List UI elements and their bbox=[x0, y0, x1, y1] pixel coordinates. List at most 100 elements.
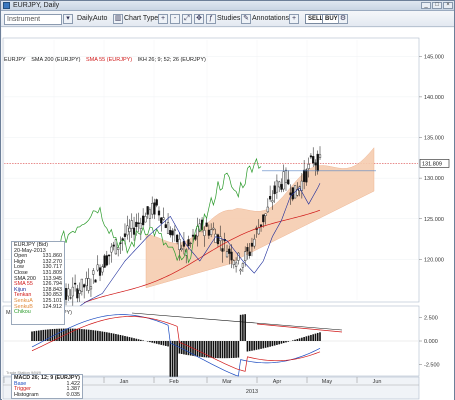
zoom-in-icon[interactable]: + bbox=[158, 14, 168, 24]
candle-body bbox=[87, 278, 90, 291]
candle-body bbox=[89, 286, 93, 290]
candle-body bbox=[80, 278, 83, 292]
macd-histogram-bar bbox=[115, 334, 117, 341]
legend-row-label: Chikou bbox=[14, 309, 31, 316]
macd-histogram-bar bbox=[167, 341, 169, 347]
macd-histogram-bar bbox=[228, 341, 231, 359]
pan-icon[interactable]: ✥ bbox=[194, 14, 204, 24]
macd-histogram-bar bbox=[92, 330, 95, 341]
candle-body bbox=[128, 227, 131, 232]
current-price-label: 131.809 bbox=[422, 161, 442, 167]
candle-body bbox=[101, 266, 104, 273]
candle-body bbox=[269, 196, 272, 200]
candle-body bbox=[126, 225, 129, 236]
macd-histogram-bar bbox=[230, 341, 233, 359]
macd-histogram-bar bbox=[316, 332, 319, 341]
macd-histogram-bar bbox=[242, 314, 244, 341]
candle-body bbox=[155, 199, 158, 206]
month-label: Jan bbox=[120, 379, 129, 385]
candle-body bbox=[108, 254, 111, 257]
settings-icon[interactable]: ⚙ bbox=[338, 14, 348, 24]
candle-body bbox=[164, 224, 167, 228]
macd-histogram-bar bbox=[187, 341, 190, 356]
candle-body bbox=[316, 153, 319, 172]
period-select[interactable]: Daily, bbox=[77, 14, 94, 25]
price-tick-label: 120.000 bbox=[424, 257, 444, 263]
candle-body bbox=[271, 200, 274, 203]
toolbar: Instrument ▾ Daily, Auto ▥ Chart Type + … bbox=[1, 12, 454, 27]
candle-body bbox=[146, 206, 149, 215]
macd-histogram-bar bbox=[81, 329, 83, 341]
dropdown-icon[interactable]: ▾ bbox=[63, 14, 73, 24]
candle-body bbox=[187, 239, 190, 247]
maximize-icon[interactable]: □ bbox=[432, 2, 442, 9]
price-chart[interactable]: 145.000 140.000 135.000 130.000 125.000 120.0… bbox=[2, 28, 454, 400]
macd-histogram-bar bbox=[246, 341, 249, 352]
fit-icon[interactable]: ⤢ bbox=[182, 14, 192, 24]
macd-histogram-bar bbox=[310, 334, 312, 341]
candle-body bbox=[239, 269, 242, 272]
macd-tick-label: -2.500 bbox=[424, 363, 440, 369]
macd-histogram-bar bbox=[291, 340, 294, 341]
symbol-legend: EURJPY bbox=[4, 57, 26, 63]
macd-histogram-bar bbox=[40, 330, 42, 341]
macd-histogram-bar bbox=[233, 341, 235, 358]
crosshair-icon[interactable]: + bbox=[289, 14, 299, 24]
candle-body bbox=[73, 282, 77, 285]
minimize-icon[interactable]: _ bbox=[421, 2, 431, 9]
legend-row-label: Histogram bbox=[14, 391, 39, 398]
candle-body bbox=[212, 227, 215, 230]
macd-histogram-bar bbox=[183, 341, 185, 355]
candle-body bbox=[284, 169, 288, 183]
macd-histogram-bar bbox=[269, 341, 271, 347]
chart-area[interactable]: 145.000 140.000 135.000 130.000 125.000 120.0… bbox=[2, 28, 454, 400]
candle-body bbox=[191, 234, 195, 237]
candle-body bbox=[275, 180, 279, 193]
macd-histogram-bar bbox=[106, 332, 108, 341]
scale-select[interactable]: Auto bbox=[93, 14, 107, 25]
candle-body bbox=[78, 290, 81, 294]
studies-icon: ƒ bbox=[206, 14, 216, 24]
macd-histogram-bar bbox=[51, 329, 54, 341]
candle-body bbox=[166, 222, 170, 234]
sma55-legend: SMA 55 (EURJPY) bbox=[85, 57, 133, 63]
macd-histogram-bar bbox=[196, 341, 199, 357]
macd-histogram-bar bbox=[137, 339, 140, 341]
macd-histogram-bar bbox=[298, 338, 301, 341]
candle-body bbox=[151, 203, 154, 215]
zoom-out-icon[interactable]: - bbox=[170, 14, 180, 24]
candle-body bbox=[173, 229, 176, 231]
close-icon[interactable]: × bbox=[443, 2, 453, 9]
annotations-menu[interactable]: Annotations bbox=[252, 14, 289, 25]
candle-body bbox=[278, 181, 281, 188]
macd-histogram-bar bbox=[212, 341, 215, 358]
macd-histogram-bar bbox=[158, 341, 160, 345]
candle-body bbox=[76, 288, 79, 299]
candle-body bbox=[280, 184, 283, 190]
candle-body bbox=[144, 216, 147, 223]
macd-histogram-bar bbox=[305, 336, 308, 341]
candle-body bbox=[112, 244, 115, 247]
macd-histogram-bar bbox=[312, 334, 314, 341]
legend-rows: Open 131.860 High 132.270 Low 130.717 Close 131… bbox=[14, 254, 62, 316]
candle-body bbox=[110, 246, 113, 253]
studies-menu[interactable]: Studies bbox=[217, 14, 240, 25]
candle-body bbox=[160, 217, 163, 224]
macd-histogram-bar bbox=[314, 333, 317, 341]
macd-histogram-bar bbox=[285, 341, 287, 343]
instrument-input[interactable]: Instrument bbox=[4, 14, 62, 25]
candle-body bbox=[257, 227, 260, 235]
chart-type-menu[interactable]: Chart Type bbox=[124, 14, 158, 25]
macd-histogram-bar bbox=[90, 329, 92, 341]
candle-body bbox=[178, 238, 181, 250]
candle-body bbox=[300, 180, 303, 191]
macd-histogram-bar bbox=[140, 339, 142, 341]
candle-body bbox=[244, 251, 247, 261]
macd-histogram-bar bbox=[135, 338, 138, 341]
price-tick-label: 130.000 bbox=[424, 176, 444, 182]
macd-histogram-bar bbox=[124, 336, 126, 341]
macd-histogram-bar bbox=[255, 341, 258, 350]
candle-body bbox=[221, 248, 224, 252]
macd-histogram-bar bbox=[83, 329, 85, 341]
macd-histogram-bar bbox=[126, 336, 129, 341]
